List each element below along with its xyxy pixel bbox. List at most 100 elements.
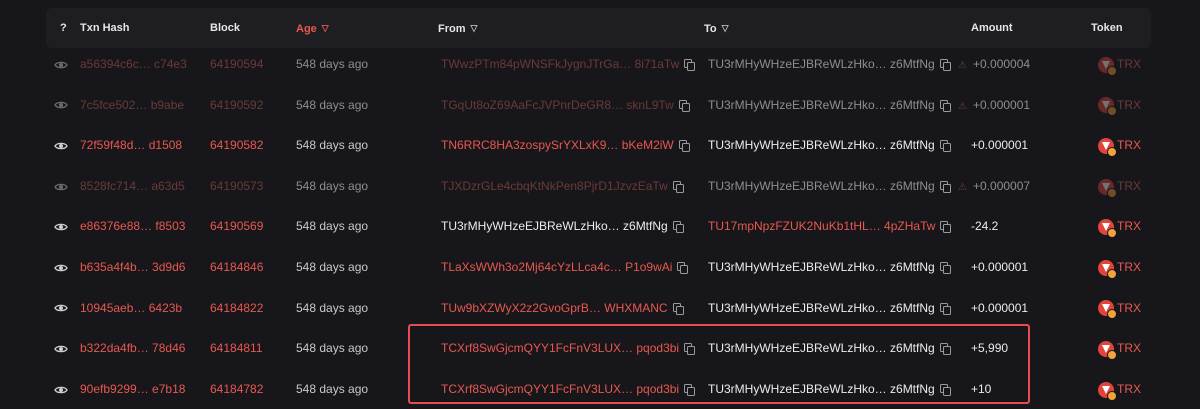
copy-icon[interactable] (672, 302, 684, 315)
token-cell[interactable]: TRX (1098, 125, 1141, 165)
copy-icon[interactable] (677, 262, 689, 274)
to-address-link[interactable]: TU17mpNpzFZUK2NuKb1tHL… 4pZHaTw (708, 219, 935, 233)
from-address-link[interactable]: TJXDzrGLe4cbqKtNkPen8PjrD1JzvzEaTw (441, 179, 668, 193)
eye-icon[interactable] (54, 288, 72, 328)
from-address-link[interactable]: TUw9bXZWyX2z2GvoGprB… WHXMANC (441, 301, 668, 315)
txn-hash-link[interactable]: a56394c6c… c74e3 (80, 44, 187, 84)
eye-icon[interactable] (54, 206, 72, 246)
eye-icon[interactable] (54, 328, 72, 368)
to-column-header[interactable]: To ▽ (704, 8, 729, 48)
age-text: 548 days ago (296, 219, 369, 234)
token-cell[interactable]: TRX (1098, 328, 1141, 368)
to-address-link[interactable]: TU3rMHyWHzeEJBReWLzHko… z6MtfNg (708, 138, 935, 152)
copy-icon[interactable] (678, 140, 690, 153)
table-row: 8528fc714… a63d5 64190573 548 days ago TJXD… (46, 166, 1151, 206)
copy-icon[interactable] (940, 221, 952, 234)
eye-icon[interactable] (54, 247, 72, 287)
token-symbol[interactable]: TRX (1117, 301, 1141, 315)
block-link[interactable]: 64190569 (210, 206, 263, 246)
amount-cell: +0.000001 (971, 125, 1028, 165)
from-address-link[interactable]: TN6RRC8HA3zospySrYXLxK9… bKeM2iW (441, 138, 674, 152)
to-address-link[interactable]: TU3rMHyWHzeEJBReWLzHko… z6MtfNg (708, 301, 935, 315)
from-header-label: From (438, 23, 466, 35)
filter-icon[interactable]: ▽ (722, 8, 729, 48)
trx-logo-icon (1098, 178, 1117, 198)
token-symbol[interactable]: TRX (1117, 219, 1141, 233)
txn-hash-link[interactable]: 90efb9299… e7b18 (80, 369, 185, 409)
block-link[interactable]: 64190592 (210, 85, 263, 125)
eye-icon[interactable] (54, 44, 72, 84)
token-cell[interactable]: TRX (1098, 85, 1141, 125)
to-address-link[interactable]: TU3rMHyWHzeEJBReWLzHko… z6MtfNg (708, 98, 935, 112)
copy-icon[interactable] (678, 99, 690, 112)
token-symbol[interactable]: TRX (1117, 341, 1141, 355)
to-address-link[interactable]: TU3rMHyWHzeEJBReWLzHko… z6MtfNg (708, 382, 935, 396)
block-link[interactable]: 64184846 (210, 247, 263, 287)
token-symbol[interactable]: TRX (1117, 98, 1141, 112)
block-link[interactable]: 64190582 (210, 125, 263, 165)
txn-hash-link[interactable]: b322da4fb… 78d46 (80, 328, 185, 368)
amount-cell: ⚠ +0.000007 (958, 166, 1030, 206)
txn-hash-link[interactable]: 72f59f48d… d1508 (80, 125, 182, 165)
token-cell[interactable]: TRX (1098, 288, 1141, 328)
to-address-link[interactable]: TU3rMHyWHzeEJBReWLzHko… z6MtfNg (708, 179, 935, 193)
help-column-header[interactable]: ? (60, 8, 67, 48)
copy-icon[interactable] (939, 59, 951, 71)
amount-column-header: Amount (971, 22, 1013, 34)
filter-icon[interactable]: ▽ (322, 8, 329, 48)
copy-icon[interactable] (684, 59, 696, 71)
age-text: 548 days ago (296, 178, 369, 193)
to-address-link[interactable]: TU3rMHyWHzeEJBReWLzHko… z6MtfNg (708, 57, 935, 71)
copy-icon[interactable] (939, 140, 951, 153)
txn-hash-link[interactable]: 8528fc714… a63d5 (80, 166, 185, 206)
token-symbol[interactable]: TRX (1117, 260, 1141, 274)
token-cell[interactable]: TRX (1098, 206, 1141, 246)
copy-icon[interactable] (939, 262, 951, 274)
from-address-link[interactable]: TCXrf8SwGjcmQYY1FcFnV3LUX… pqod3bi (441, 341, 679, 355)
amount-value: +10 (971, 381, 992, 396)
block-link[interactable]: 64184822 (210, 288, 263, 328)
copy-icon[interactable] (684, 343, 696, 356)
copy-icon[interactable] (672, 221, 684, 234)
copy-icon[interactable] (939, 302, 951, 315)
verified-badge-icon (1107, 228, 1117, 239)
from-address-link[interactable]: TGqUt8oZ69AaFcJVPnrDeGR8… sknL9Tw (441, 98, 674, 112)
token-cell[interactable]: TRX (1098, 44, 1141, 84)
block-link[interactable]: 64184811 (210, 328, 263, 368)
filter-icon[interactable]: ▽ (471, 8, 478, 48)
txn-hash-link[interactable]: 7c5fce502… b9abe (80, 85, 184, 125)
amount-cell: ⚠ +0.000001 (958, 85, 1030, 125)
token-cell[interactable]: TRX (1098, 247, 1141, 287)
copy-icon[interactable] (684, 383, 696, 396)
from-address-link[interactable]: TWwzPTm84pWNSFkJygnJTrGa… 8i71aTw (441, 57, 679, 71)
token-symbol[interactable]: TRX (1117, 138, 1141, 152)
copy-icon[interactable] (939, 180, 951, 193)
eye-icon[interactable] (54, 166, 72, 206)
block-link[interactable]: 64190594 (210, 44, 263, 84)
to-address-link[interactable]: TU3rMHyWHzeEJBReWLzHko… z6MtfNg (708, 341, 935, 355)
copy-icon[interactable] (672, 180, 684, 193)
from-column-header[interactable]: From ▽ (438, 8, 477, 48)
token-cell[interactable]: TRX (1098, 166, 1141, 206)
block-link[interactable]: 64184782 (210, 369, 263, 409)
age-column-header[interactable]: Age ▽ (296, 8, 329, 48)
from-address-link[interactable]: TCXrf8SwGjcmQYY1FcFnV3LUX… pqod3bi (441, 382, 679, 396)
copy-icon[interactable] (939, 343, 951, 356)
token-symbol[interactable]: TRX (1117, 57, 1141, 71)
eye-icon[interactable] (54, 125, 72, 165)
token-symbol[interactable]: TRX (1117, 179, 1141, 193)
token-symbol[interactable]: TRX (1117, 382, 1141, 396)
txn-hash-link[interactable]: e86376e88… f8503 (80, 206, 185, 246)
verified-badge-icon (1107, 390, 1117, 401)
to-address-link[interactable]: TU3rMHyWHzeEJBReWLzHko… z6MtfNg (708, 260, 935, 274)
from-address-link[interactable]: TU3rMHyWHzeEJBReWLzHko… z6MtfNg (441, 219, 668, 233)
block-link[interactable]: 64190573 (210, 166, 263, 206)
eye-icon[interactable] (54, 85, 72, 125)
copy-icon[interactable] (939, 383, 951, 396)
txn-hash-link[interactable]: 10945aeb… 6423b (80, 288, 182, 328)
token-cell[interactable]: TRX (1098, 369, 1141, 409)
txn-hash-link[interactable]: b635a4f4b… 3d9d6 (80, 247, 185, 287)
from-address-link[interactable]: TLaXsWWh3o2Mj64cYzLLca4c… P1o9wAi (441, 260, 672, 274)
eye-icon[interactable] (54, 369, 72, 409)
copy-icon[interactable] (939, 99, 951, 112)
